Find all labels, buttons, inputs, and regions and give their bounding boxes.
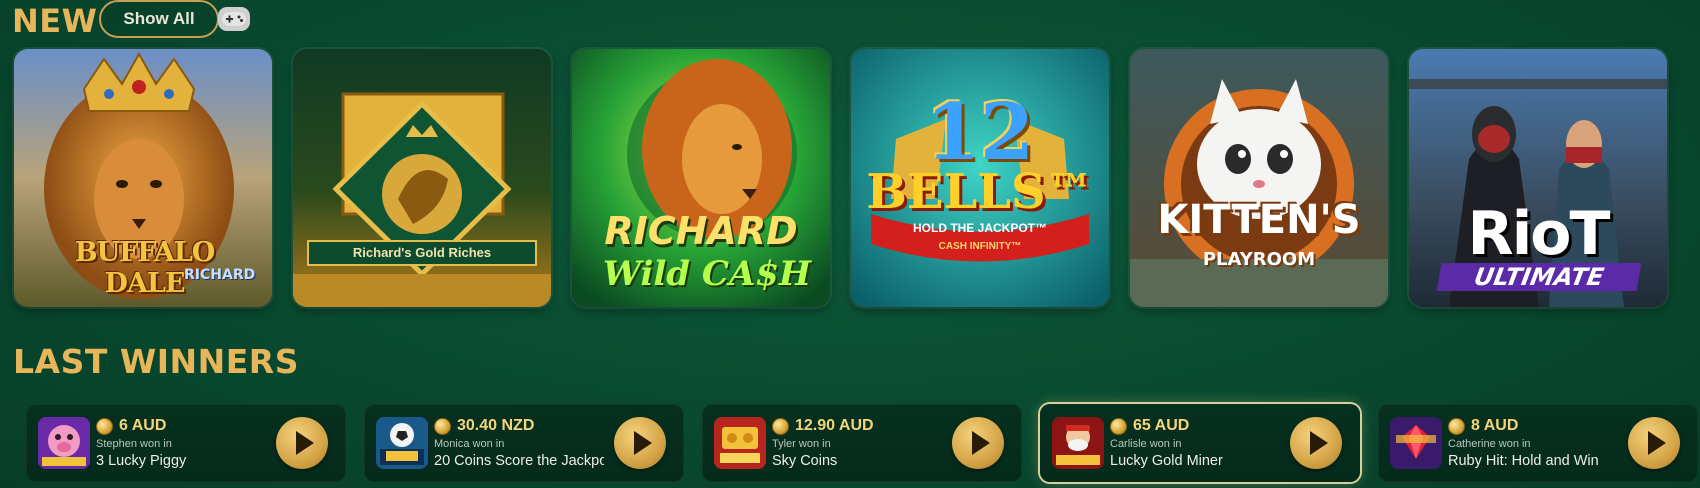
coin-icon xyxy=(1110,417,1127,435)
game-thumbnail[interactable] xyxy=(1052,417,1104,469)
game-tile-richards-gold-riches[interactable]: Richard's Gold Riches xyxy=(293,49,551,307)
game-logo-sub: PLAYROOM xyxy=(1202,249,1316,270)
coin-icon xyxy=(772,417,789,435)
win-amount-value: 8 AUD xyxy=(1471,417,1519,434)
win-amount-value: 12.90 AUD xyxy=(795,417,874,434)
play-icon xyxy=(971,431,990,455)
game-thumbnail[interactable] xyxy=(1390,417,1442,469)
win-amount-value: 65 AUD xyxy=(1133,417,1190,434)
game-tile-kittens-playroom[interactable]: KITTEN'S PLAYROOM xyxy=(1130,49,1388,307)
game-tile-12-bells[interactable]: 12 BELLS™ HOLD THE JACKPOT™ CASH INFINIT… xyxy=(851,49,1109,307)
game-logo: RioT xyxy=(1467,199,1611,269)
winner-game-name[interactable]: Sky Coins xyxy=(772,453,942,469)
new-section-title: NEW xyxy=(12,2,98,40)
game-logo-tag2: CASH INFINITY™ xyxy=(938,241,1022,252)
win-amount: 12.90 AUD xyxy=(772,416,874,436)
play-button[interactable] xyxy=(614,417,666,469)
play-icon xyxy=(1647,431,1666,455)
game-tile-richard-wild-cash[interactable]: RICHARD Wild CA$H xyxy=(572,49,830,307)
winner-game-name[interactable]: Lucky Gold Miner xyxy=(1110,453,1280,469)
winner-name: Carlisle won in xyxy=(1110,438,1182,450)
game-logo-sub: Wild CA$H xyxy=(602,254,812,294)
coin-icon xyxy=(96,417,113,435)
coin-icon xyxy=(434,417,451,435)
game-thumbnail[interactable] xyxy=(38,417,90,469)
game-logo-sub: RICHARD xyxy=(184,267,256,283)
win-amount-value: 30.40 NZD xyxy=(457,417,535,434)
game-logo-sub: ULTIMATE xyxy=(1436,263,1642,291)
winner-name: Stephen won in xyxy=(96,438,172,450)
winner-name: Tyler won in xyxy=(772,438,831,450)
play-button[interactable] xyxy=(1628,417,1680,469)
winner-game-name[interactable]: Ruby Hit: Hold and Win xyxy=(1448,453,1618,469)
winner-card[interactable]: 12.90 AUD Tyler won in Sky Coins xyxy=(702,404,1022,482)
game-logo: KITTEN'S xyxy=(1157,197,1361,243)
win-amount: 30.40 NZD xyxy=(434,416,534,436)
winner-game-name[interactable]: 20 Coins Score the Jackpot xyxy=(434,453,604,469)
game-logo: Richard's Gold Riches xyxy=(352,245,492,260)
play-icon xyxy=(633,431,652,455)
winner-card[interactable]: 30.40 NZD Monica won in 20 Coins Score t… xyxy=(364,404,684,482)
play-button[interactable] xyxy=(1290,417,1342,469)
show-all-button[interactable]: Show All xyxy=(99,0,219,38)
play-icon xyxy=(1309,431,1328,455)
winner-game-name[interactable]: 3 Lucky Piggy xyxy=(96,453,266,469)
play-icon xyxy=(295,431,314,455)
win-amount-value: 6 AUD xyxy=(119,417,167,434)
game-thumbnail[interactable] xyxy=(376,417,428,469)
game-logo-tag: HOLD THE JACKPOT™ xyxy=(912,221,1047,235)
win-amount: 65 AUD xyxy=(1110,416,1189,436)
winner-card[interactable]: 6 AUD Stephen won in 3 Lucky Piggy xyxy=(26,404,346,482)
game-tile-riot-ultimate[interactable]: RioT ULTIMATE xyxy=(1409,49,1667,307)
game-thumbnail[interactable] xyxy=(714,417,766,469)
game-logo: RICHARD xyxy=(604,209,798,253)
play-button[interactable] xyxy=(952,417,1004,469)
play-button[interactable] xyxy=(276,417,328,469)
winner-card[interactable]: 8 AUD Catherine won in Ruby Hit: Hold an… xyxy=(1378,404,1698,482)
winner-name: Catherine won in xyxy=(1448,438,1531,450)
coin-icon xyxy=(1448,417,1465,435)
game-logo: BELLS™ xyxy=(866,164,1094,220)
win-amount: 6 AUD xyxy=(96,416,166,436)
last-winners-title: LAST WINNERS xyxy=(13,342,299,381)
game-tile-buffalo-dale-richard[interactable]: BUFFALO DALE RICHARD xyxy=(14,49,272,307)
win-amount: 8 AUD xyxy=(1448,416,1518,436)
winner-card-active[interactable]: 65 AUD Carlisle won in Lucky Gold Miner xyxy=(1040,404,1360,482)
winner-name: Monica won in xyxy=(434,438,505,450)
gamepad-icon[interactable] xyxy=(218,7,250,31)
